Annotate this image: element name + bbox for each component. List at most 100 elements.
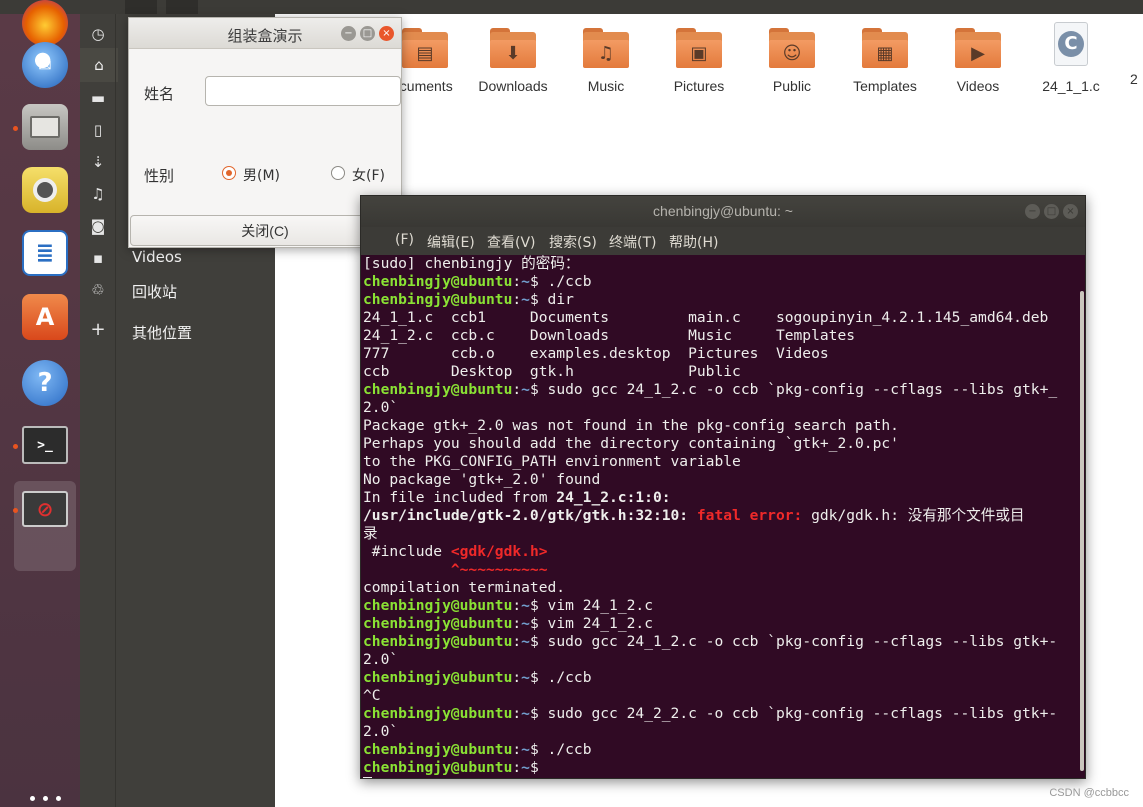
sidebar-item-trash[interactable]: 回收站 (132, 281, 177, 302)
prompt-separator: : (512, 669, 522, 686)
libreoffice-writer-icon[interactable]: ≣ (22, 230, 68, 276)
folder-label: Music (587, 78, 625, 94)
folder-music[interactable]: ♫ Music (566, 28, 646, 94)
file-24-1-1-c[interactable]: C 24_1_1.c (1031, 22, 1111, 94)
error-message: gdk/gdk.h: 没有那个文件或目 (802, 507, 1025, 524)
prompt-symbol: $ (529, 759, 548, 776)
command-text: ./ccb (547, 273, 592, 290)
terminal-output[interactable]: [sudo] chenbingjy 的密码： chenbingjy@ubuntu:… (362, 255, 1082, 778)
home-icon[interactable]: ⌂ (80, 48, 118, 82)
prompt-path: ~ (521, 381, 530, 398)
terminal-line: chenbingjy@ubuntu:~$ sudo gcc 24_1_2.c -… (363, 381, 1082, 399)
thunderbird-icon[interactable]: ✉ (22, 42, 68, 88)
command-text: sudo gcc 24_2_2.c -o ccb `pkg-config --c… (547, 705, 1058, 722)
terminal-line: chenbingjy@ubuntu:~$ (363, 759, 1082, 777)
recent-icon[interactable]: ◷ (90, 26, 106, 42)
menu-search[interactable]: 搜索(S) (549, 232, 597, 252)
folder-icon: ▣ (676, 28, 722, 68)
prompt-path: ~ (521, 759, 530, 776)
terminal-line: chenbingjy@ubuntu:~$ sudo gcc 24_2_2.c -… (363, 705, 1082, 723)
terminal-titlebar[interactable]: chenbingjy@ubuntu: ~ − □ × (361, 196, 1085, 227)
documents-icon[interactable]: ▯ (90, 122, 106, 138)
close-icon[interactable]: × (1063, 204, 1078, 219)
other-locations-icon[interactable]: + (90, 321, 106, 339)
folder-videos[interactable]: ▶ Videos (938, 28, 1018, 94)
prompt-separator: : (512, 381, 522, 398)
file-label: 24_1_1.c (1042, 78, 1100, 94)
terminal-icon[interactable]: >_ (22, 426, 68, 464)
pictures-icon[interactable]: ◙ (90, 218, 106, 234)
maximize-icon[interactable]: □ (1044, 204, 1059, 219)
dialog-titlebar[interactable]: 组装盒演示 − □ × (129, 18, 401, 49)
running-indicator (13, 444, 18, 449)
menu-edit[interactable]: 编辑(E) (427, 232, 475, 252)
minimize-icon[interactable]: − (1025, 204, 1040, 219)
sidebar-item-videos[interactable]: Videos (132, 248, 182, 266)
prompt-user: chenbingjy@ubuntu (363, 291, 513, 308)
help-icon[interactable]: ? (22, 360, 68, 406)
folder-icon: ▤ (402, 28, 448, 68)
text-cursor (363, 777, 372, 778)
menu-file[interactable]: (F) (395, 232, 414, 248)
folder-templates[interactable]: ▦ Templates (845, 28, 925, 94)
prompt-path: ~ (521, 633, 530, 650)
menu-view[interactable]: 查看(V) (487, 232, 536, 252)
terminal-scrollbar[interactable] (1080, 291, 1084, 771)
minimize-icon[interactable]: − (341, 26, 356, 41)
terminal-window: chenbingjy@ubuntu: ~ − □ × (F) 编辑(E) 查看(… (360, 195, 1086, 779)
female-radio-label[interactable]: 女(F) (352, 165, 385, 185)
file-label-cut: 2 (1130, 71, 1138, 87)
prompt-separator: : (512, 759, 522, 776)
command-text: ./ccb (547, 741, 592, 758)
prompt-separator: : (512, 273, 522, 290)
name-input[interactable] (205, 76, 401, 106)
folder-pictures[interactable]: ▣ Pictures (659, 28, 739, 94)
output-text: In file included from (363, 489, 557, 506)
desktop-folder-icon[interactable]: ▬ (90, 90, 106, 106)
terminal-line: chenbingjy@ubuntu:~$ ./ccb (363, 741, 1082, 759)
files-icon[interactable] (22, 104, 68, 150)
trash-icon[interactable]: ♲ (90, 282, 106, 298)
prompt-user: chenbingjy@ubuntu (363, 273, 513, 290)
terminal-line: ccb Desktop gtk.h Public (363, 363, 1082, 381)
rhythmbox-icon[interactable] (22, 167, 68, 213)
videos-icon[interactable]: ▪ (90, 250, 106, 266)
terminal-line: 录 (363, 525, 1082, 543)
folder-downloads[interactable]: ⬇ Downloads (473, 28, 553, 94)
female-radio[interactable] (331, 166, 345, 180)
output-text: [sudo] chenbingjy 的密码： (363, 255, 580, 272)
firefox-icon[interactable] (22, 0, 68, 46)
terminal-line: In file included from 24_1_2.c:1:0: (363, 489, 1082, 507)
folder-icon: ▦ (862, 28, 908, 68)
running-app-icon[interactable]: ⊘ (22, 491, 68, 527)
command-text: dir (547, 291, 574, 308)
folder-label: Templates (853, 78, 917, 94)
maximize-icon[interactable]: □ (360, 26, 375, 41)
prompt-user: chenbingjy@ubuntu (363, 597, 513, 614)
terminal-line: chenbingjy@ubuntu:~$ ./ccb (363, 273, 1082, 291)
output-text: 24_1_1.c ccb1 Documents main.c sogoupiny… (363, 309, 1049, 326)
terminal-line: /usr/include/gtk-2.0/gtk/gtk.h:32:10: fa… (363, 507, 1082, 525)
terminal-line: [sudo] chenbingjy 的密码： (363, 255, 1082, 273)
terminal-line: chenbingjy@ubuntu:~$ ./ccb (363, 669, 1082, 687)
downloads-icon[interactable]: ⇣ (90, 154, 106, 170)
male-radio-label[interactable]: 男(M) (243, 165, 280, 185)
output-text: No package 'gtk+_2.0' found (363, 471, 601, 488)
terminal-line: Package gtk+_2.0 was not found in the pk… (363, 417, 1082, 435)
output-text: 2.0` (363, 651, 399, 668)
software-center-icon[interactable]: A (22, 294, 68, 340)
menu-terminal[interactable]: 终端(T) (609, 232, 656, 252)
terminal-line: 2.0` (363, 399, 1082, 417)
terminal-title: chenbingjy@ubuntu: ~ (653, 203, 793, 219)
sidebar-item-other-locations[interactable]: 其他位置 (132, 322, 192, 343)
prompt-separator: : (512, 291, 522, 308)
music-icon[interactable]: ♫ (90, 186, 106, 202)
show-applications-icon[interactable] (30, 796, 62, 807)
terminal-line: chenbingjy@ubuntu:~$ dir (363, 291, 1082, 309)
terminal-line: 777 ccb.o examples.desktop Pictures Vide… (363, 345, 1082, 363)
close-icon[interactable]: × (379, 26, 394, 41)
male-radio[interactable] (222, 166, 236, 180)
folder-public[interactable]: ☺ Public (752, 28, 832, 94)
menu-help[interactable]: 帮助(H) (669, 232, 718, 252)
